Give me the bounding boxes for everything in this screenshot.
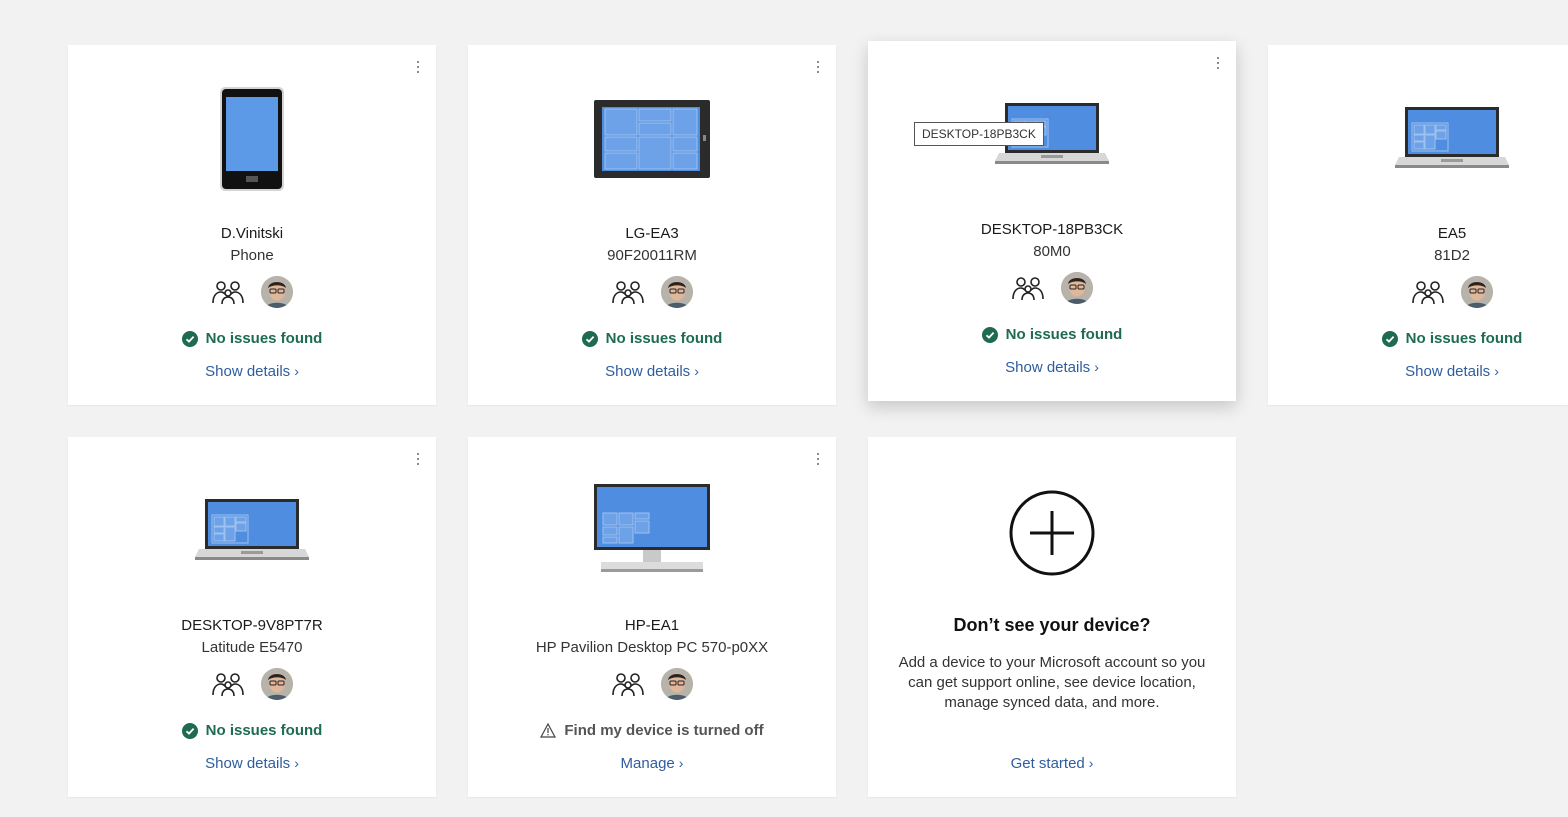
chevron-right-icon: › (1494, 363, 1499, 379)
add-device-card: Don’t see your device? Add a device to y… (868, 437, 1236, 797)
link-label: Show details (1405, 363, 1491, 380)
check-circle-icon (1382, 331, 1398, 347)
avatar[interactable] (661, 668, 693, 700)
status-badge: No issues found (868, 326, 1236, 343)
device-model: Phone (230, 247, 274, 264)
status-text: No issues found (1005, 326, 1123, 343)
device-name-tooltip: DESKTOP-18PB3CK (914, 122, 1044, 146)
desktop-monitor-icon (468, 483, 836, 577)
chevron-right-icon: › (1094, 359, 1099, 375)
show-details-link[interactable]: Show details › (68, 755, 436, 772)
device-name: D.Vinitski (220, 225, 284, 242)
get-started-link[interactable]: Get started › (868, 755, 1236, 772)
status-text: No issues found (205, 330, 323, 347)
device-card-desktop-9v8pt7r: DESKTOP-9V8PT7R Latitude E5470 No issues… (68, 437, 436, 797)
family-group-icon[interactable] (1411, 279, 1445, 305)
laptop-icon (68, 497, 436, 561)
chevron-right-icon: › (694, 363, 699, 379)
add-device-title: Don’t see your device? (953, 615, 1151, 635)
laptop-icon (1268, 105, 1568, 169)
link-label: Show details (205, 755, 291, 772)
device-model: 80M0 (1033, 243, 1071, 260)
status-text: No issues found (205, 722, 323, 739)
check-circle-icon (582, 331, 598, 347)
device-name: EA5 (1437, 225, 1467, 242)
status-text: Find my device is turned off (564, 722, 764, 739)
device-name: DESKTOP-9V8PT7R (181, 617, 323, 634)
more-options-icon[interactable] (812, 449, 824, 469)
chevron-right-icon: › (294, 755, 299, 771)
more-options-icon[interactable] (412, 57, 424, 77)
device-name: DESKTOP-18PB3CK (980, 221, 1124, 238)
add-device-description: Add a device to your Microsoft account s… (898, 654, 1206, 711)
device-model: HP Pavilion Desktop PC 570-p0XX (535, 639, 769, 656)
status-badge: No issues found (68, 722, 436, 739)
family-group-icon[interactable] (1011, 275, 1045, 301)
device-model: 81D2 (1434, 247, 1470, 264)
chevron-right-icon: › (678, 755, 684, 771)
link-label: Show details (605, 363, 691, 380)
device-card-dvinitski: D.Vinitski Phone No issues found Show de… (68, 45, 436, 405)
manage-link[interactable]: Manage › (468, 755, 836, 772)
status-text: No issues found (1405, 330, 1523, 347)
device-card-ea5: EA5 81D2 No issues found Show details › (1268, 45, 1568, 405)
status-badge: No issues found (68, 330, 436, 347)
family-group-icon[interactable] (611, 279, 645, 305)
device-name: LG-EA3 (625, 225, 679, 242)
status-badge: No issues found (1268, 330, 1568, 347)
device-model: 90F20011RM (607, 247, 697, 264)
avatar[interactable] (261, 276, 293, 308)
phone-icon (68, 86, 436, 192)
more-options-icon[interactable] (1212, 53, 1224, 73)
show-details-link[interactable]: Show details › (1268, 363, 1568, 380)
plus-circle-icon[interactable] (868, 489, 1236, 577)
avatar[interactable] (661, 276, 693, 308)
chevron-right-icon: › (294, 363, 299, 379)
link-label: Manage (620, 755, 675, 772)
chevron-right-icon: › (1088, 755, 1094, 771)
avatar[interactable] (1061, 272, 1093, 304)
check-circle-icon (982, 327, 998, 343)
show-details-link[interactable]: Show details › (868, 359, 1236, 376)
avatar[interactable] (1461, 276, 1493, 308)
device-name: HP-EA1 (624, 617, 680, 634)
link-label: Get started (1010, 755, 1085, 772)
device-card-hp-ea1: HP-EA1 HP Pavilion Desktop PC 570-p0XX F… (468, 437, 836, 797)
link-label: Show details (1005, 359, 1091, 376)
status-badge: Find my device is turned off (468, 722, 836, 739)
tablet-icon (468, 99, 836, 179)
more-options-icon[interactable] (812, 57, 824, 77)
status-text: No issues found (605, 330, 723, 347)
check-circle-icon (182, 723, 198, 739)
status-badge: No issues found (468, 330, 836, 347)
family-group-icon[interactable] (211, 671, 245, 697)
more-options-icon[interactable] (412, 449, 424, 469)
avatar[interactable] (261, 668, 293, 700)
show-details-link[interactable]: Show details › (468, 363, 836, 380)
device-model: Latitude E5470 (201, 639, 303, 656)
device-card-lg-ea3: LG-EA3 90F20011RM No issues found Show d… (468, 45, 836, 405)
family-group-icon[interactable] (611, 671, 645, 697)
warning-triangle-icon (540, 723, 557, 738)
check-circle-icon (182, 331, 198, 347)
show-details-link[interactable]: Show details › (68, 363, 436, 380)
device-card-desktop-18pb3ck: DESKTOP-18PB3CK DESKTOP-18PB3CK 80M0 No … (868, 41, 1236, 401)
link-label: Show details (205, 363, 291, 380)
family-group-icon[interactable] (211, 279, 245, 305)
